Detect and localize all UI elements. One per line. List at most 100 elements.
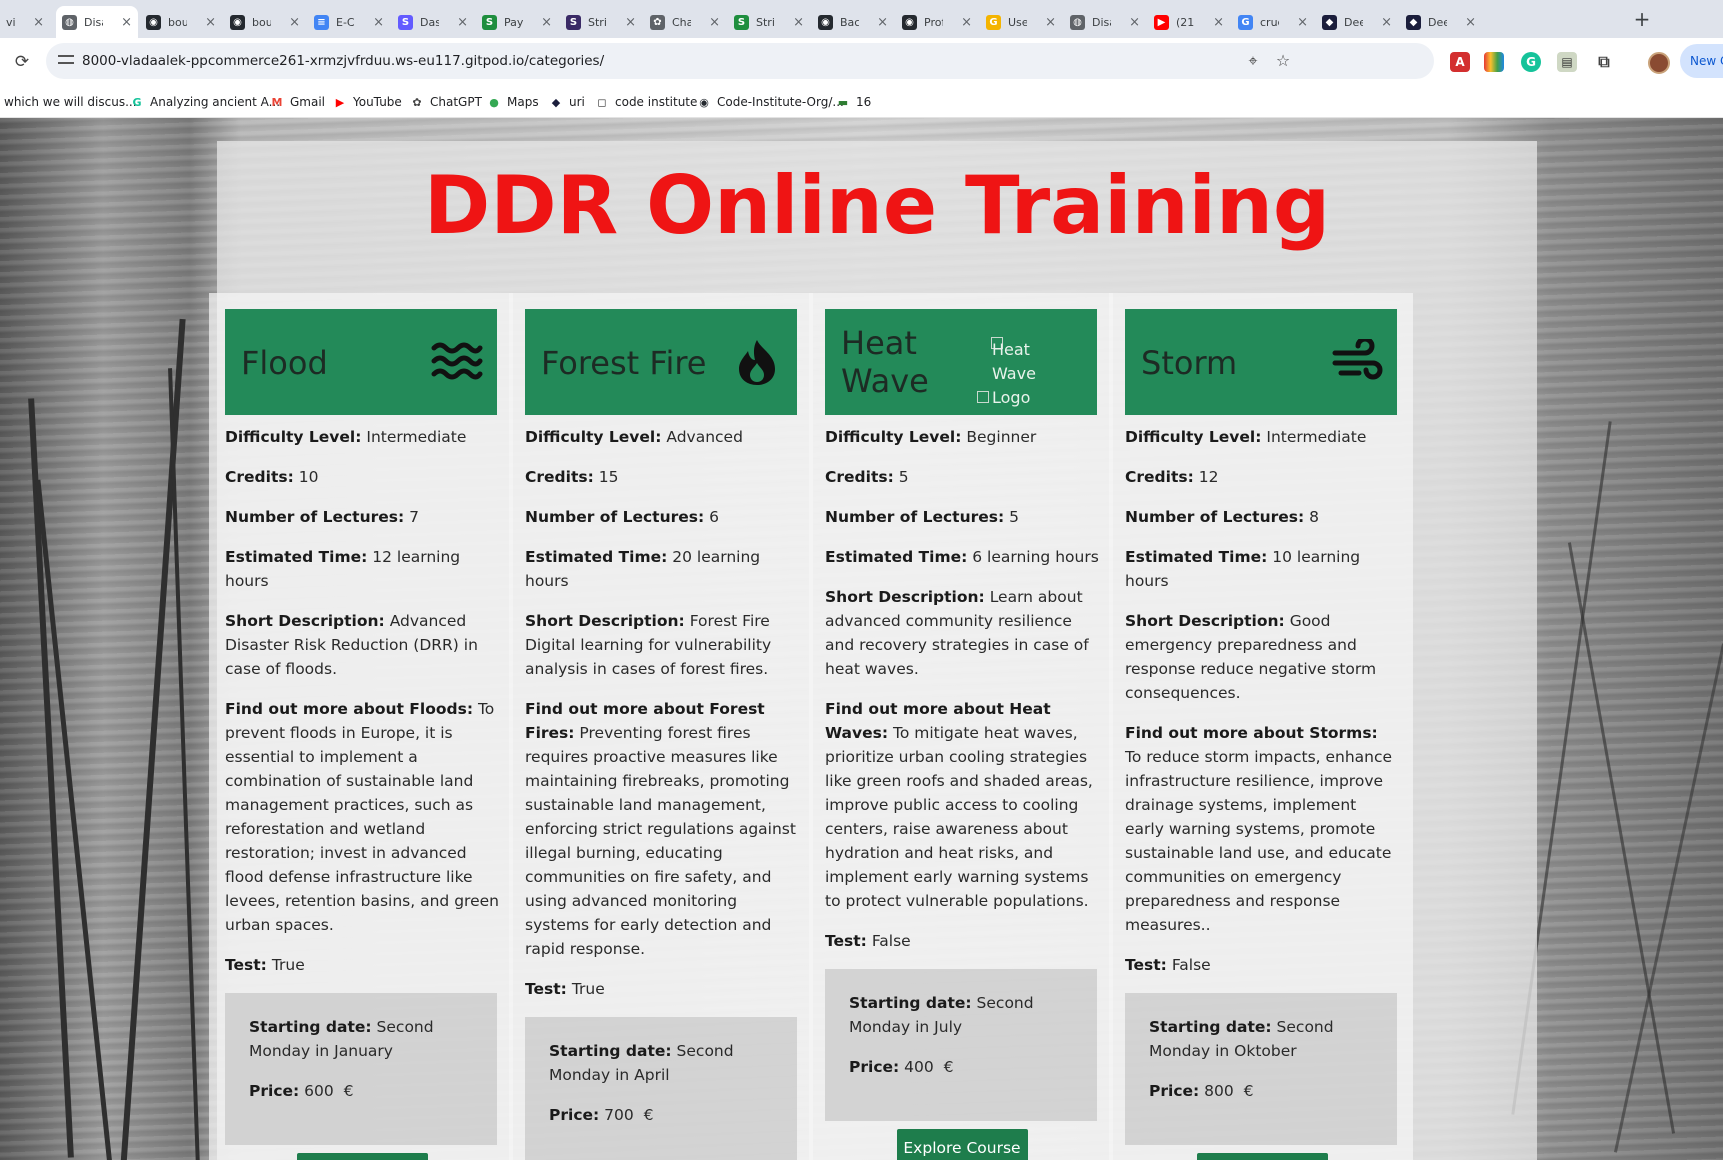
new-tab-button[interactable]: + — [1629, 6, 1655, 32]
browser-tab[interactable]: ◉ bou × — [224, 6, 306, 38]
close-tab-icon[interactable]: × — [625, 15, 636, 30]
browser-tab[interactable]: ◉ Back × — [812, 6, 894, 38]
close-tab-icon[interactable]: × — [1045, 15, 1056, 30]
bookmark-item[interactable]: ▬ 16 — [836, 86, 871, 118]
close-tab-icon[interactable]: × — [541, 15, 552, 30]
price: Price: 700 € — [549, 1103, 773, 1127]
close-tab-icon[interactable]: × — [121, 15, 132, 30]
close-tab-icon[interactable]: × — [877, 15, 888, 30]
url-text[interactable]: 8000-vladaalek-ppcommerce261-xrmzjvfrduu… — [82, 43, 604, 79]
broken-image-icon: Heat Wave Logo — [977, 337, 1083, 409]
bookmark-item[interactable]: ◻ code institute — [595, 86, 697, 118]
short-description-label: Short Description: — [1125, 612, 1285, 630]
browser-tab[interactable]: ◆ Dee × — [1316, 6, 1398, 38]
close-tab-icon[interactable]: × — [1465, 15, 1476, 30]
close-tab-icon[interactable]: × — [1129, 15, 1140, 30]
browser-tab[interactable]: G Use × — [980, 6, 1062, 38]
profile-avatar[interactable] — [1648, 52, 1670, 74]
browser-tab[interactable]: ◍ Disa × — [1064, 6, 1146, 38]
address-bar[interactable]: 8000-vladaalek-ppcommerce261-xrmzjvfrduu… — [46, 43, 1434, 79]
explore-course-button[interactable]: Explore Course — [296, 1153, 428, 1160]
fire-icon — [731, 339, 783, 385]
price: Price: 400 € — [849, 1055, 1073, 1079]
close-tab-icon[interactable]: × — [1297, 15, 1308, 30]
course-title: Storm — [1141, 344, 1238, 382]
bookmark-item[interactable]: M Gmail — [270, 86, 326, 118]
number-of-lectures: Number of Lectures: 7 — [225, 505, 499, 529]
course-header: Heat Wave Heat Wave Logo — [825, 309, 1097, 415]
globe-icon: ◍ — [1070, 14, 1085, 30]
difficulty-level-label: Difficulty Level: — [525, 428, 662, 446]
browser-tab[interactable]: ◆ Dee × — [1400, 6, 1482, 38]
test-label: Test: — [225, 956, 267, 974]
browser-tab[interactable]: ≡ E-Co × — [308, 6, 390, 38]
find-out-more-text: To mitigate heat waves, prioritize urban… — [825, 724, 1093, 910]
tab-title: Disa — [1092, 15, 1111, 29]
course-header: Storm — [1125, 309, 1397, 415]
location-icon[interactable]: ⌖ — [1244, 52, 1262, 70]
browser-tab[interactable]: S Strip × — [728, 6, 810, 38]
background-tree-trunk — [120, 318, 186, 1160]
sheet-extension-icon[interactable]: ▤ — [1557, 52, 1577, 72]
new-chrome-available-button[interactable]: New C — [1680, 44, 1723, 78]
close-tab-icon[interactable]: × — [289, 15, 300, 30]
grammarly-extension-icon[interactable]: G — [1521, 52, 1541, 72]
bookmark-item[interactable]: ◆ uri — [549, 86, 585, 118]
starting-date: Starting date: Second Monday in January — [249, 1015, 473, 1063]
bookmark-label: ChatGPT — [430, 95, 482, 109]
youtube-icon: ▶ — [1154, 14, 1169, 30]
test-value: True — [271, 956, 305, 974]
close-tab-icon[interactable]: × — [1213, 15, 1224, 30]
find-out-more-text: To prevent floods in Europe, it is essen… — [225, 700, 499, 934]
course-card: Heat Wave Heat Wave Logo Difficulty Level:… — [809, 293, 1113, 1160]
bookmark-star-icon[interactable]: ☆ — [1274, 52, 1292, 70]
bookmark-item[interactable]: ● Maps — [487, 86, 538, 118]
browser-tab[interactable]: ◉ Prof × — [896, 6, 978, 38]
close-tab-icon[interactable]: × — [457, 15, 468, 30]
browser-tab[interactable]: view × — [0, 6, 50, 38]
close-tab-icon[interactable]: × — [1381, 15, 1392, 30]
github-icon: ◉ — [699, 95, 709, 109]
estimated-time: Estimated Time: 6 learning hours — [825, 545, 1099, 569]
tab-title: E-Co — [336, 15, 355, 29]
number-of-lectures: Number of Lectures: 8 — [1125, 505, 1399, 529]
page-viewport: DDR Online Training Flood Difficulty Leve… — [0, 118, 1723, 1160]
explore-course-button[interactable]: Explore Course — [1196, 1153, 1328, 1160]
browser-tab[interactable]: Gcruc × — [1232, 6, 1314, 38]
bookmark-label: Analyzing ancient A... — [150, 95, 281, 109]
close-tab-icon[interactable]: × — [961, 15, 972, 30]
gmail-icon: M — [271, 95, 283, 109]
pdf-extension-icon[interactable]: A — [1450, 52, 1470, 72]
currency-symbol: € — [1243, 1082, 1254, 1100]
close-tab-icon[interactable]: × — [205, 15, 216, 30]
bookmark-item[interactable]: G Analyzing ancient A... — [130, 86, 280, 118]
close-tab-icon[interactable]: × — [709, 15, 720, 30]
tab-title: Pay — [504, 15, 524, 29]
browser-tab[interactable]: ✿ Cha × — [644, 6, 726, 38]
extensions-puzzle-icon[interactable]: ⧉ — [1594, 52, 1614, 72]
find-out-more: Find out more about Heat Waves: To mitig… — [825, 697, 1099, 913]
bookmark-item[interactable]: ✿ ChatGPT — [410, 86, 482, 118]
explore-course-button[interactable]: Explore Course — [896, 1129, 1028, 1160]
bookmark-label: Code-Institute-Org/... — [717, 95, 844, 109]
test-label: Test: — [825, 932, 867, 950]
browser-tab[interactable]: S Pay × — [476, 6, 558, 38]
close-tab-icon[interactable]: × — [373, 15, 384, 30]
close-tab-icon[interactable]: × — [793, 15, 804, 30]
tab-title: view — [6, 15, 16, 29]
close-tab-icon[interactable]: × — [33, 15, 44, 30]
browser-tab[interactable]: ◍ Disa × — [56, 6, 138, 38]
browser-tab[interactable]: S Strip × — [560, 6, 642, 38]
reload-icon[interactable]: ⟳ — [8, 48, 36, 76]
tab-title: Back — [840, 15, 860, 29]
browser-tab[interactable]: ▶ (216 × — [1148, 6, 1230, 38]
color-extension-icon[interactable] — [1484, 52, 1504, 72]
bookmark-item[interactable]: ◉ Code-Institute-Org/... — [697, 86, 844, 118]
tab-title: cruc — [1260, 15, 1279, 29]
bookmark-item[interactable]: ▶ YouTube — [333, 86, 402, 118]
estimated-time-label: Estimated Time: — [1125, 548, 1268, 566]
browser-tab[interactable]: ◉ bou × — [140, 6, 222, 38]
browser-tab[interactable]: S Das × — [392, 6, 474, 38]
site-info-icon[interactable] — [58, 52, 74, 68]
bookmark-item[interactable]: which we will discus... — [4, 86, 137, 118]
